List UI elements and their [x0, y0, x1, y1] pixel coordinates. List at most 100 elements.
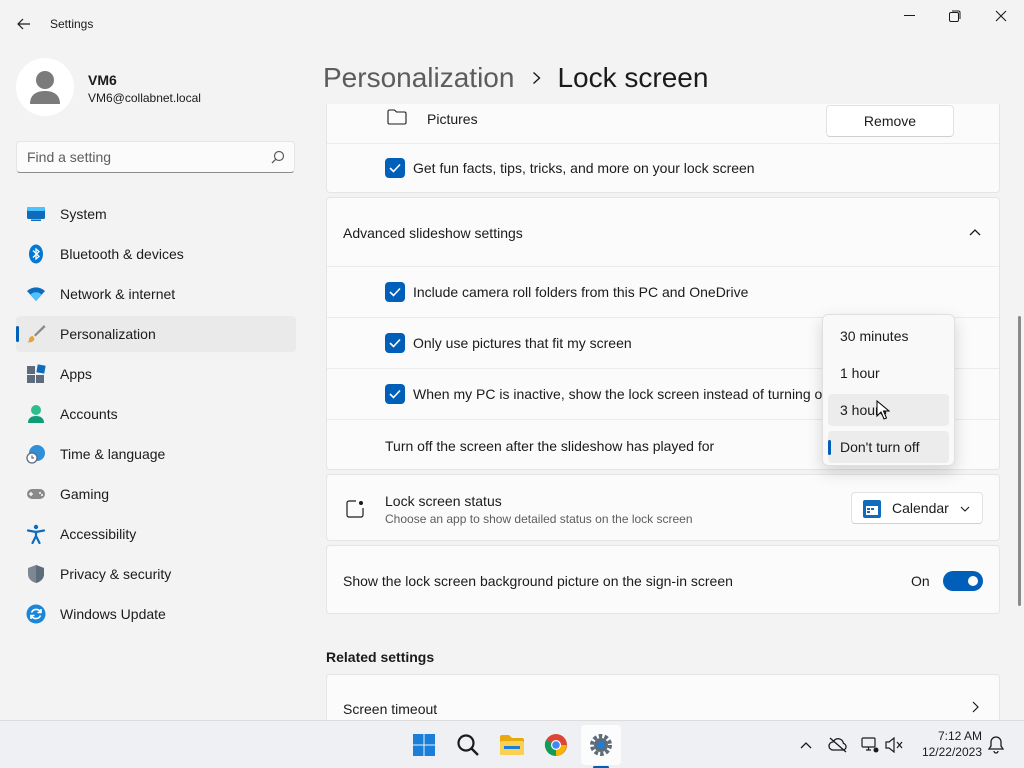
lock-screen-status-title: Lock screen status [385, 493, 502, 509]
calendar-icon [863, 500, 881, 518]
remove-button[interactable]: Remove [826, 105, 954, 137]
advanced-slideshow-header[interactable]: Advanced slideshow settings [327, 198, 999, 266]
slideshow-card: Pictures Remove Get fun facts, tips, tri… [326, 104, 1000, 193]
screen-timeout-label: Screen timeout [343, 701, 438, 717]
bell-icon [988, 736, 1004, 754]
accounts-icon [28, 405, 44, 423]
taskbar-clock[interactable]: 7:12 AM 12/22/2023 [910, 728, 982, 760]
cloud-offline-icon [828, 737, 847, 753]
advanced-slideshow-title: Advanced slideshow settings [343, 225, 523, 241]
minimize-button[interactable] [886, 0, 932, 32]
back-button[interactable] [8, 8, 40, 40]
inactive-checkbox[interactable] [385, 384, 405, 404]
settings-icon [590, 734, 612, 756]
user-name: VM6 [88, 72, 117, 88]
fun-facts-checkbox[interactable] [385, 158, 405, 178]
sidebar-item-accounts[interactable]: Accounts [16, 396, 296, 432]
bluetooth-icon [29, 244, 43, 264]
volume-muted-icon [885, 737, 903, 753]
show-hidden-icons-button[interactable] [796, 735, 816, 755]
related-settings-heading: Related settings [326, 649, 435, 665]
globe-clock-icon [26, 445, 45, 464]
user-email: VM6@collabnet.local [88, 91, 201, 105]
close-icon [995, 10, 1007, 22]
maximize-button[interactable] [932, 0, 978, 32]
file-explorer-button[interactable] [492, 725, 532, 765]
dropdown-option-dont-turn-off[interactable]: Don't turn off [828, 431, 949, 463]
checkmark-icon [389, 163, 401, 173]
brush-icon [27, 325, 46, 343]
minimize-icon [903, 15, 915, 16]
sidebar-item-personalization[interactable]: Personalization [16, 316, 296, 352]
chevron-right-icon [972, 701, 979, 713]
sidebar-item-time-language[interactable]: Time & language [16, 436, 296, 472]
checkmark-icon [389, 389, 401, 399]
apps-icon [27, 364, 46, 383]
taskbar-search-button[interactable] [448, 725, 488, 765]
sidebar-item-system[interactable]: System [16, 196, 296, 232]
search-input[interactable] [27, 142, 267, 172]
status-app-icon [346, 500, 364, 518]
camera-roll-checkbox[interactable] [385, 282, 405, 302]
search-box[interactable] [16, 141, 295, 173]
sidebar-item-label: Bluetooth & devices [60, 246, 184, 262]
fun-facts-label: Get fun facts, tips, tricks, and more on… [413, 160, 755, 176]
status-app-dropdown[interactable]: Calendar [851, 492, 983, 524]
sidebar-item-windows-update[interactable]: Windows Update [16, 596, 296, 632]
camera-roll-row: Include camera roll folders from this PC… [327, 266, 999, 317]
sidebar-item-label: Personalization [60, 326, 156, 342]
volume-tray-button[interactable] [884, 735, 904, 755]
signin-background-toggle[interactable] [943, 571, 983, 591]
folder-icon [387, 109, 407, 125]
chrome-icon [544, 734, 567, 756]
search-icon[interactable] [271, 150, 285, 164]
shield-icon [28, 565, 44, 583]
gamepad-icon [27, 489, 45, 499]
windows-update-icon [26, 604, 46, 624]
start-button[interactable] [404, 725, 444, 765]
dropdown-option-30-minutes[interactable]: 30 minutes [828, 320, 949, 352]
accessibility-icon [26, 524, 46, 544]
breadcrumb-parent[interactable]: Personalization [323, 62, 514, 94]
sidebar-item-accessibility[interactable]: Accessibility [16, 516, 296, 552]
sidebar-item-label: Gaming [60, 486, 110, 502]
album-folder-name: Pictures [427, 111, 478, 127]
signin-toggle-state: On [911, 573, 930, 589]
chevron-down-icon [960, 506, 970, 512]
signin-background-label: Show the lock screen background picture … [343, 573, 733, 589]
turn-off-dropdown-menu: 30 minutes 1 hour 3 hours Don't turn off [822, 314, 955, 466]
wifi-icon [27, 287, 45, 301]
fun-facts-row: Get fun facts, tips, tricks, and more on… [327, 143, 999, 193]
taskbar: 7:12 AM 12/22/2023 [0, 720, 1024, 768]
sidebar-item-apps[interactable]: Apps [16, 356, 296, 392]
clock-time: 7:12 AM [937, 729, 982, 743]
camera-roll-label: Include camera roll folders from this PC… [413, 284, 749, 300]
dropdown-option-1-hour[interactable]: 1 hour [828, 357, 949, 389]
chevron-up-icon [800, 742, 812, 749]
content-scrollbar[interactable] [1018, 316, 1021, 606]
chevron-up-icon[interactable] [969, 228, 981, 236]
sidebar-item-gaming[interactable]: Gaming [16, 476, 296, 512]
close-button[interactable] [978, 0, 1024, 32]
checkmark-icon [389, 287, 401, 297]
chrome-button[interactable] [536, 725, 576, 765]
settings-taskbar-button[interactable] [581, 725, 621, 765]
album-row: Pictures Remove [327, 104, 999, 144]
restore-icon [949, 10, 961, 22]
notifications-button[interactable] [986, 735, 1006, 755]
sidebar-item-label: Apps [60, 366, 92, 382]
fit-screen-checkbox[interactable] [385, 333, 405, 353]
network-tray-button[interactable] [860, 735, 880, 755]
avatar[interactable] [16, 58, 74, 116]
sidebar-item-privacy[interactable]: Privacy & security [16, 556, 296, 592]
onedrive-tray-button[interactable] [828, 735, 848, 755]
back-arrow-icon [17, 18, 30, 30]
screen-timeout-link[interactable]: Screen timeout [326, 674, 1000, 720]
page-title: Lock screen [557, 62, 709, 93]
sidebar-item-bluetooth[interactable]: Bluetooth & devices [16, 236, 296, 272]
sidebar-item-label: Network & internet [60, 286, 176, 302]
sidebar-item-network[interactable]: Network & internet [16, 276, 296, 312]
file-explorer-icon [500, 735, 524, 755]
sidebar-item-label: Accounts [60, 406, 118, 422]
user-avatar-icon [30, 71, 60, 104]
